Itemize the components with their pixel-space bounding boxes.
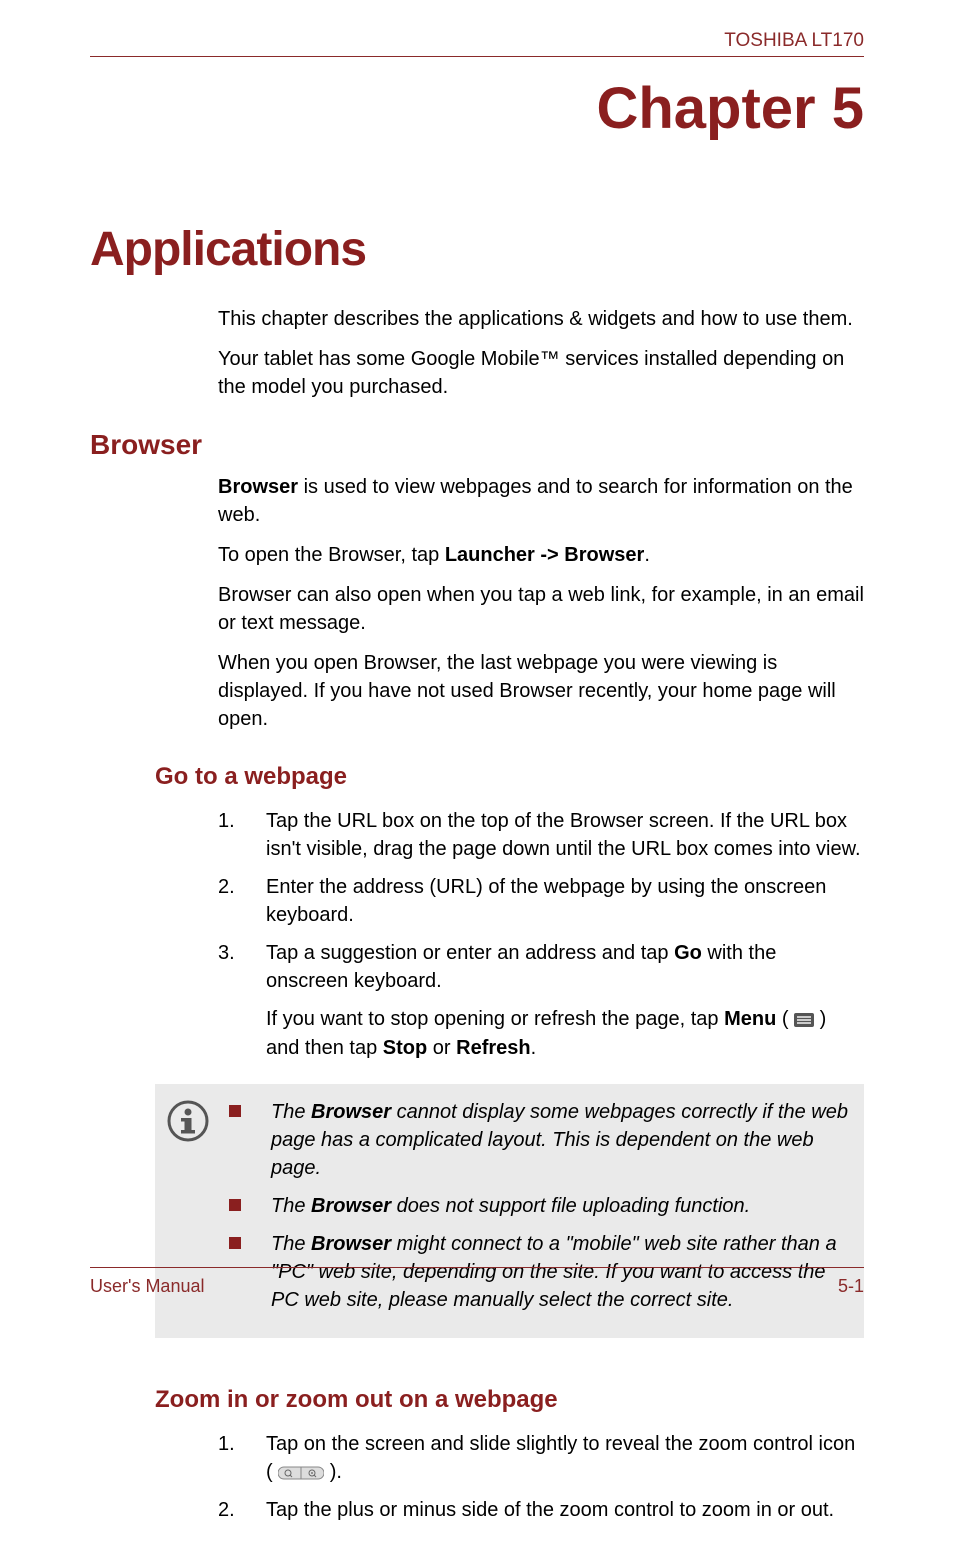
info-b2-bold: Browser <box>311 1195 391 1217</box>
zoom-step1-pre: Tap on the screen and slide slightly to … <box>266 1433 855 1483</box>
browser-paragraph-2: To open the Browser, tap Launcher -> Bro… <box>218 541 864 569</box>
info-b3-bold: Browser <box>311 1233 391 1255</box>
goto-step-1: Tap the URL box on the top of the Browse… <box>266 807 864 863</box>
browser-bold-term: Browser <box>218 476 298 498</box>
heading-goto-webpage: Go to a webpage <box>155 763 864 791</box>
goto-note-menu: Menu <box>724 1008 776 1030</box>
info-b3-pre: The <box>271 1233 311 1255</box>
list-number-3: 3. <box>218 939 266 1072</box>
list-number-1: 1. <box>218 1430 266 1487</box>
goto-step3-go: Go <box>674 942 702 964</box>
zoom-steps-list: 1. Tap on the screen and slide slightly … <box>218 1430 864 1525</box>
info-icon-column <box>167 1098 229 1147</box>
goto-step3-pre: Tap a suggestion or enter an address and… <box>266 942 674 964</box>
browser-paragraph-1: Browser is used to view webpages and to … <box>218 473 864 529</box>
bullet-icon <box>229 1237 241 1249</box>
list-item: 1. Tap the URL box on the top of the Bro… <box>218 807 864 863</box>
goto-note-mid: ( <box>776 1008 794 1030</box>
intro-paragraph-2: Your tablet has some Google Mobile™ serv… <box>218 345 864 401</box>
menu-icon <box>794 1006 814 1034</box>
goto-note-or: or <box>427 1037 456 1059</box>
heading-browser: Browser <box>90 429 864 461</box>
info-icon <box>167 1129 209 1146</box>
footer-left: User's Manual <box>90 1276 204 1297</box>
header-rule <box>90 56 864 57</box>
bullet-icon <box>229 1199 241 1211</box>
info-bullet-2: The Browser does not support file upload… <box>229 1192 852 1220</box>
footer-rule <box>90 1267 864 1268</box>
browser-p2-post: . <box>644 544 650 566</box>
list-number-2: 2. <box>218 873 266 929</box>
goto-note-refresh: Refresh <box>456 1037 530 1059</box>
browser-paragraph-3: Browser can also open when you tap a web… <box>218 581 864 637</box>
intro-paragraph-1: This chapter describes the applications … <box>218 305 864 333</box>
footer-right: 5-1 <box>838 1276 864 1297</box>
zoom-step1-post: ). <box>324 1461 342 1483</box>
goto-note-pre: If you want to stop opening or refresh t… <box>266 1008 724 1030</box>
page-footer: User's Manual 5-1 <box>90 1267 864 1297</box>
goto-note-end: . <box>531 1037 537 1059</box>
bullet-icon <box>229 1105 241 1117</box>
browser-p2-pre: To open the Browser, tap <box>218 544 445 566</box>
info-b2-post: does not support file uploading function… <box>391 1195 750 1217</box>
list-item: 2. Enter the address (URL) of the webpag… <box>218 873 864 929</box>
list-item: 3. Tap a suggestion or enter an address … <box>218 939 864 1072</box>
zoom-step-2: Tap the plus or minus side of the zoom c… <box>266 1496 864 1524</box>
browser-p1-rest: is used to view webpages and to search f… <box>218 476 853 526</box>
info-b1-pre: The <box>271 1101 311 1123</box>
goto-step-2: Enter the address (URL) of the webpage b… <box>266 873 864 929</box>
goto-steps-list: 1. Tap the URL box on the top of the Bro… <box>218 807 864 1072</box>
list-number-2: 2. <box>218 1496 266 1524</box>
zoom-control-icon <box>278 1458 324 1486</box>
list-item: 2. Tap the plus or minus side of the zoo… <box>218 1496 864 1524</box>
browser-p2-bold: Launcher -> Browser <box>445 544 645 566</box>
info-b1-bold: Browser <box>311 1101 391 1123</box>
list-item: 1. Tap on the screen and slide slightly … <box>218 1430 864 1487</box>
goto-note-stop: Stop <box>383 1037 427 1059</box>
header-model: TOSHIBA LT170 <box>90 30 864 52</box>
info-bullet-1: The Browser cannot display some webpages… <box>229 1098 852 1182</box>
heading-zoom: Zoom in or zoom out on a webpage <box>155 1386 864 1414</box>
list-number-1: 1. <box>218 807 266 863</box>
browser-paragraph-4: When you open Browser, the last webpage … <box>218 649 864 733</box>
info-note-box: The Browser cannot display some webpages… <box>155 1084 864 1338</box>
goto-step-3: Tap a suggestion or enter an address and… <box>266 939 864 1072</box>
heading-applications: Applications <box>90 222 864 277</box>
chapter-title: Chapter 5 <box>90 75 864 142</box>
info-b2-pre: The <box>271 1195 311 1217</box>
zoom-step-1: Tap on the screen and slide slightly to … <box>266 1430 864 1487</box>
